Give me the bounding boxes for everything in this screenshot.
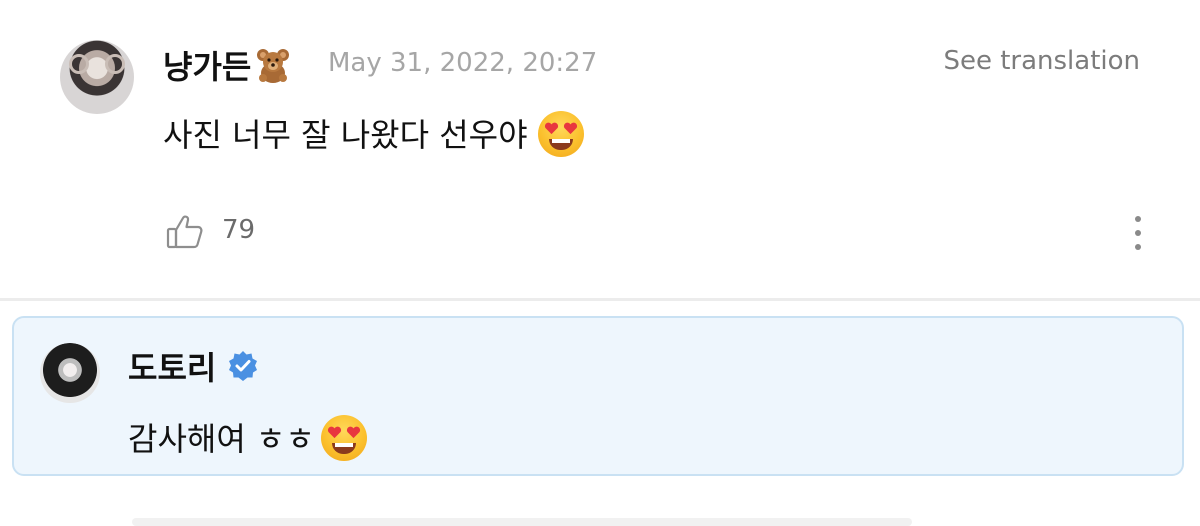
reply-body: 감사해여 ㅎㅎ	[128, 414, 367, 464]
see-translation-link[interactable]: See translation	[943, 46, 1140, 76]
commenter-name[interactable]: 냥가든	[163, 42, 291, 88]
reply-author-name[interactable]: 도토리	[128, 343, 260, 389]
teddy-bear-emoji	[255, 47, 291, 83]
reply-text: 감사해여 ㅎㅎ	[128, 420, 315, 458]
next-item-edge	[132, 518, 912, 526]
comment-text: 사진 너무 잘 나왔다 선우야	[163, 116, 528, 154]
comment-card: 냥가든 May 31, 2022, 20:27 See translation …	[0, 0, 1200, 298]
reply-author-name-text: 도토리	[128, 349, 217, 387]
commenter-name-text: 냥가든	[163, 48, 252, 86]
like-button[interactable]	[166, 214, 204, 250]
more-options-icon[interactable]	[1128, 214, 1148, 252]
like-count: 79	[222, 215, 256, 245]
heart-eyes-emoji	[537, 111, 584, 157]
thumbs-up-icon	[166, 215, 203, 249]
comment-timestamp: May 31, 2022, 20:27	[328, 48, 598, 78]
reply-author-avatar[interactable]	[40, 343, 100, 403]
commenter-avatar[interactable]	[60, 40, 134, 114]
heart-eyes-emoji	[320, 415, 367, 461]
comment-divider	[0, 298, 1200, 301]
verified-badge-icon	[226, 350, 260, 384]
comment-body: 사진 너무 잘 나왔다 선우야	[163, 110, 584, 160]
